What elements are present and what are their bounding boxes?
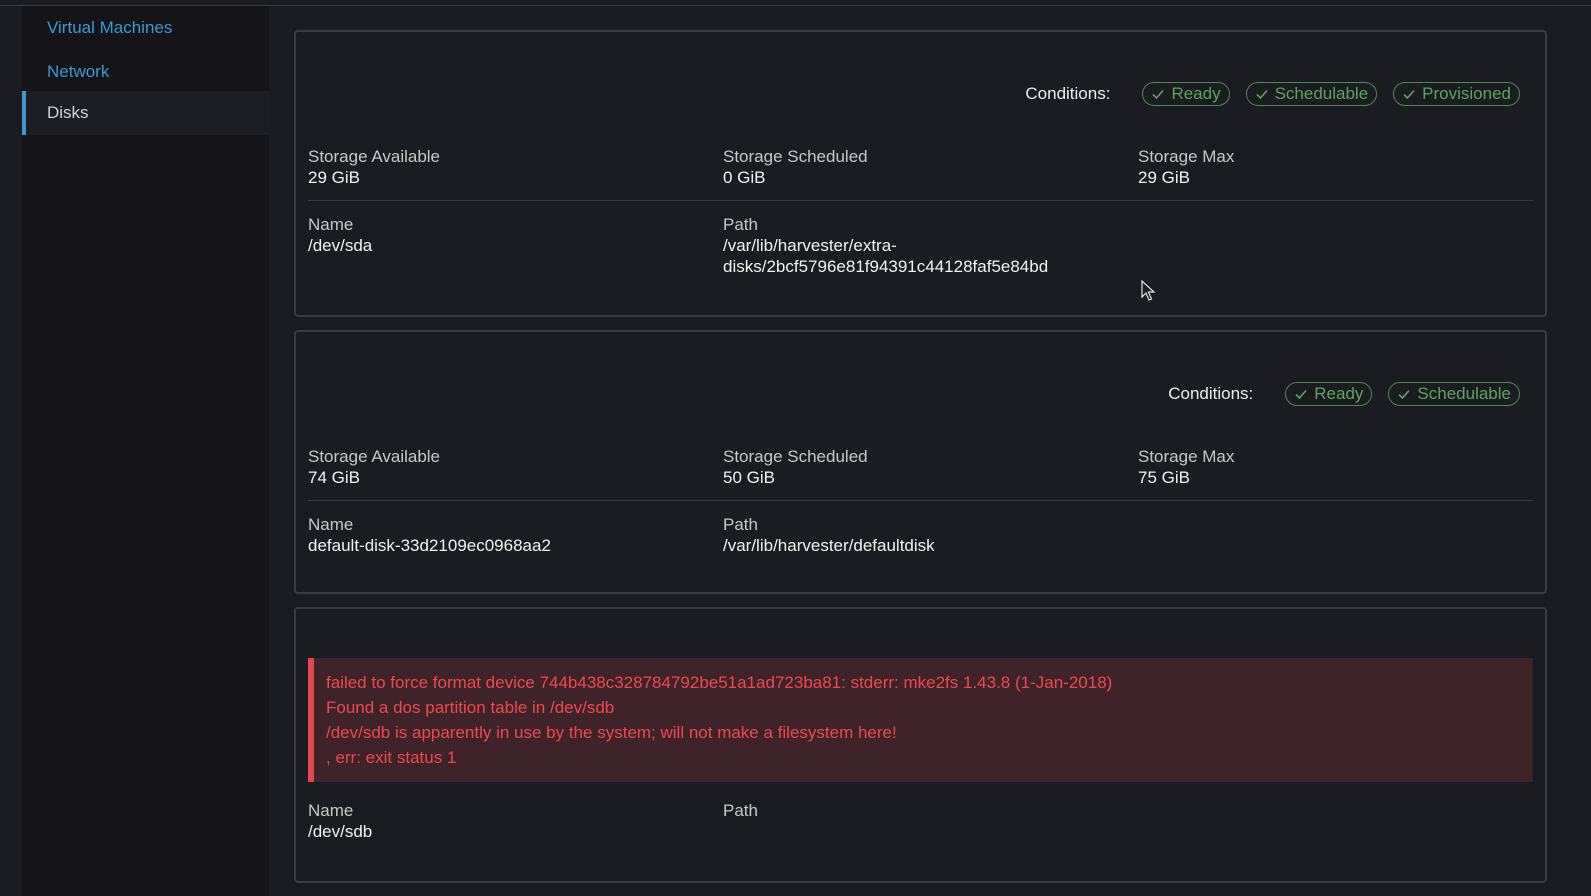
storage-max-value: 75 GiB — [1138, 468, 1190, 487]
path-label: Path — [723, 801, 758, 820]
name-label: Name — [308, 215, 354, 234]
storage-max-label: Storage Max — [1138, 447, 1235, 466]
condition-text: Provisioned — [1422, 84, 1511, 103]
check-icon — [1152, 89, 1165, 100]
storage-scheduled-field: Storage Scheduled 50 GiB — [723, 446, 868, 488]
conditions-label: Conditions: — [1025, 84, 1111, 103]
storage-max-field: Storage Max 75 GiB — [1138, 446, 1234, 488]
mouse-cursor-icon — [1141, 280, 1156, 301]
disk-path-value-line2: disks/2bcf5796e81f94391c44128faf5e84bd — [723, 257, 1049, 276]
storage-available-label: Storage Available — [308, 147, 441, 166]
check-icon — [1398, 389, 1411, 400]
condition-text: Ready — [1171, 84, 1221, 103]
storage-max-value: 29 GiB — [1138, 168, 1190, 187]
storage-max-field: Storage Max 29 GiB — [1138, 146, 1234, 188]
disk-card: Conditions: Ready Schedulable Provisione… — [294, 30, 1547, 317]
condition-badge-schedulable: Schedulable — [1388, 382, 1520, 406]
disk-card: Conditions: Ready Schedulable Storage Av… — [294, 330, 1547, 594]
sidebar: Virtual Machines Network Disks — [22, 6, 269, 896]
disk-path-value-line1: /var/lib/harvester/extra- — [723, 236, 897, 255]
disk-name-value: default-disk-33d2109ec0968aa2 — [308, 536, 551, 555]
storage-available-field: Storage Available 74 GiB — [308, 446, 440, 488]
divider — [308, 200, 1533, 201]
check-icon — [1295, 389, 1307, 400]
storage-available-value: 74 GiB — [308, 468, 360, 487]
conditions-row: Conditions: Ready Schedulable — [1168, 382, 1520, 406]
storage-available-field: Storage Available 29 GiB — [308, 146, 440, 188]
storage-scheduled-value: 0 GiB — [723, 168, 766, 187]
conditions-label: Conditions: — [1168, 384, 1254, 403]
disk-name-value: /dev/sdb — [308, 822, 373, 841]
condition-text: Ready — [1314, 384, 1364, 403]
storage-scheduled-value: 50 GiB — [723, 468, 775, 487]
disk-name-value: /dev/sda — [308, 236, 373, 255]
condition-badge-schedulable: Schedulable — [1245, 82, 1378, 106]
error-line: /dev/sdb is apparently in use by the sys… — [326, 723, 897, 742]
condition-badge-ready: Ready — [1285, 382, 1373, 406]
check-icon — [1256, 89, 1268, 100]
condition-badge-provisioned: Provisioned — [1393, 82, 1520, 106]
disk-name-field: Name /dev/sdb — [308, 800, 372, 842]
condition-badge-ready: Ready — [1142, 82, 1230, 106]
conditions-row: Conditions: Ready Schedulable Provisione… — [1025, 82, 1520, 106]
left-gutter — [0, 6, 22, 896]
name-label: Name — [308, 515, 354, 534]
path-label: Path — [723, 515, 758, 534]
storage-scheduled-label: Storage Scheduled — [723, 147, 868, 166]
disk-name-field: Name default-disk-33d2109ec0968aa2 — [308, 514, 551, 556]
storage-available-value: 29 GiB — [308, 168, 360, 187]
storage-scheduled-field: Storage Scheduled 0 GiB — [723, 146, 868, 188]
disk-path-value: /var/lib/harvester/defaultdisk — [723, 536, 935, 555]
error-line: , err: exit status 1 — [326, 748, 457, 767]
storage-available-label: Storage Available — [308, 447, 441, 466]
name-label: Name — [308, 801, 354, 820]
disk-name-field: Name /dev/sda — [308, 214, 372, 256]
divider — [308, 500, 1533, 501]
disk-path-field: Path — [723, 800, 758, 821]
storage-scheduled-label: Storage Scheduled — [723, 447, 868, 466]
disk-path-field: Path /var/lib/harvester/defaultdisk — [723, 514, 935, 556]
error-banner: failed to force format device 744b438c32… — [308, 658, 1533, 782]
disk-path-field: Path /var/lib/harvester/extra- disks/2bc… — [723, 214, 1048, 277]
check-icon — [1403, 89, 1415, 100]
sidebar-item-label: Network — [47, 62, 110, 81]
condition-text: Schedulable — [1274, 84, 1369, 103]
sidebar-item-label: Virtual Machines — [47, 18, 173, 37]
sidebar-item-disks[interactable]: Disks — [22, 91, 269, 135]
disk-card: failed to force format device 744b438c32… — [294, 607, 1547, 883]
sidebar-item-network[interactable]: Network — [22, 50, 269, 94]
error-line: failed to force format device 744b438c32… — [326, 673, 1113, 692]
sidebar-item-virtual-machines[interactable]: Virtual Machines — [22, 6, 269, 50]
condition-text: Schedulable — [1417, 384, 1511, 403]
storage-max-label: Storage Max — [1138, 147, 1235, 166]
error-line: Found a dos partition table in /dev/sdb — [326, 698, 615, 717]
path-label: Path — [723, 215, 758, 234]
sidebar-item-label: Disks — [47, 103, 89, 122]
